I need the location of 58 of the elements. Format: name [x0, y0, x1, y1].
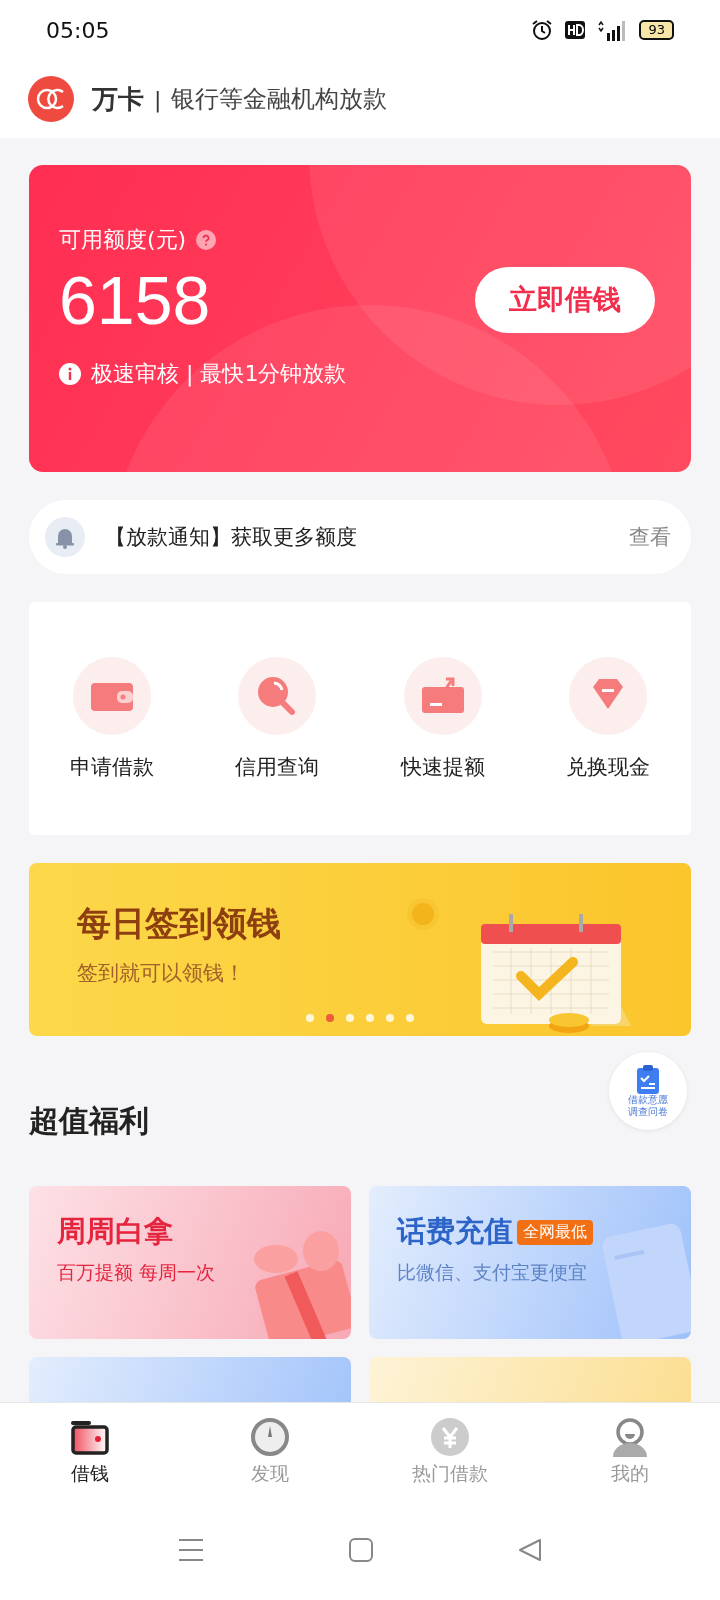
- nav-tab[interactable]: 借钱: [0, 1403, 180, 1500]
- shortcut-label: 申请借款: [69, 753, 154, 781]
- banner-subtitle: 签到就可以领钱！: [77, 960, 246, 987]
- nav-tab[interactable]: 热门借款: [360, 1403, 540, 1500]
- bell-icon: [45, 517, 85, 557]
- signal-icon: [597, 19, 628, 41]
- benefit-title: 周周白拿: [57, 1213, 173, 1250]
- compass-icon: [250, 1416, 290, 1457]
- page-dot[interactable]: [326, 1014, 334, 1022]
- notice-bar[interactable]: 【放款通知】获取更多额度 查看: [29, 500, 691, 574]
- borrow-button[interactable]: 立即借钱: [475, 267, 655, 333]
- credit-amount: 6158: [59, 261, 211, 339]
- benefit-title: 话费充值: [397, 1213, 513, 1250]
- benefit-tag: 全网最低: [517, 1219, 593, 1245]
- notice-text: 【放款通知】获取更多额度: [105, 524, 358, 551]
- person-icon: [610, 1416, 650, 1457]
- page-dot[interactable]: [366, 1014, 374, 1022]
- benefit-card[interactable]: 周周白拿 百万提额 每周一次: [29, 1186, 351, 1339]
- yen-coin-icon: [430, 1416, 470, 1457]
- shortcut-label: 信用查询: [235, 753, 320, 781]
- page-dot[interactable]: [406, 1014, 414, 1022]
- back-icon[interactable]: [518, 1538, 542, 1562]
- benefit-card[interactable]: 话费充值 全网最低 比微信、支付宝更便宜: [369, 1186, 691, 1339]
- page-dot[interactable]: [306, 1014, 314, 1022]
- shortcut-label: 兑换现金: [566, 753, 651, 781]
- approval-note: 极速审核 | 最快1分钟放款: [91, 360, 347, 389]
- app-logo-icon: [28, 76, 74, 122]
- alarm-icon: [531, 19, 554, 41]
- shortcut-label: 快速提额: [400, 753, 485, 781]
- checkin-banner[interactable]: 每日签到领钱 签到就可以领钱！: [29, 863, 691, 1036]
- clipboard-icon: [635, 1064, 661, 1094]
- magnifier-icon: [238, 656, 317, 735]
- home-icon[interactable]: [349, 1538, 373, 1562]
- page-dot[interactable]: [386, 1014, 394, 1022]
- survey-button[interactable]: 借款意愿 调查问卷: [609, 1052, 687, 1130]
- info-icon: [59, 363, 81, 385]
- shortcut-item[interactable]: 申请借款: [29, 656, 195, 781]
- benefit-subtitle: 比微信、支付宝更便宜: [397, 1260, 588, 1285]
- battery-indicator: 93: [639, 20, 674, 40]
- app-brand: 万卡: [92, 82, 144, 116]
- page-dot[interactable]: [346, 1014, 354, 1022]
- hd-icon: [565, 21, 586, 39]
- shortcut-item[interactable]: 信用查询: [194, 656, 360, 781]
- menu-icon[interactable]: [178, 1538, 204, 1562]
- banner-title: 每日签到领钱: [77, 902, 281, 945]
- shortcut-item[interactable]: 兑换现金: [525, 656, 691, 781]
- shortcut-item[interactable]: 快速提额: [360, 656, 526, 781]
- benefit-subtitle: 百万提额 每周一次: [57, 1260, 217, 1285]
- nav-tab[interactable]: 发现: [180, 1403, 360, 1500]
- app-tagline: 银行等金融机构放款: [171, 84, 388, 115]
- view-link[interactable]: 查看: [629, 523, 671, 551]
- section-title: 超值福利: [29, 1101, 149, 1140]
- help-icon: [196, 230, 217, 250]
- credit-label: 可用额度(元): [59, 226, 187, 254]
- nav-tab[interactable]: 我的: [540, 1403, 720, 1500]
- status-time: 05:05: [46, 17, 110, 43]
- wallet-icon: [72, 656, 151, 735]
- brand-separator: |: [154, 86, 162, 112]
